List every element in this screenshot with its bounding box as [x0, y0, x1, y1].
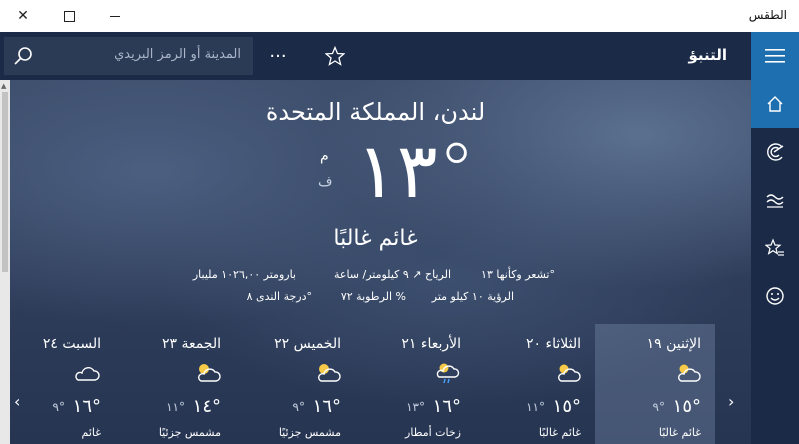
minimize-button[interactable] [92, 0, 138, 32]
day-condition: زخات أمطار [405, 426, 461, 439]
top-bar: المدينة أو الرمز البريدي ··· التنبؤ [0, 32, 799, 80]
forecast-day-2[interactable]: الثلاثاء ٢٠ ١٥° ١١° غائم غالبًا [475, 324, 595, 444]
high-temp: ١٦° [72, 396, 101, 417]
title-bar: ✕ الطقس [0, 0, 799, 32]
maximize-button[interactable] [46, 0, 92, 32]
search-input[interactable]: المدينة أو الرمز البريدي [114, 47, 241, 62]
partly-cloudy-icon [558, 364, 581, 382]
current-temperature: ١٣° [356, 126, 476, 215]
forecast-day-6[interactable]: السبت ٢٤ ١٦° ٩° غائم [0, 324, 115, 444]
chevron-left-icon[interactable]: ‹ [14, 392, 20, 411]
wind: الرياح ↗ ٩ كيلومتر/ ساعة [333, 268, 451, 281]
day-name: الخميس ٢٢ [274, 336, 341, 352]
high-temp: ١٥° [672, 396, 701, 417]
forecast-day-1[interactable]: الإثنين ١٩ ١٥° ٩° غائم غالبًا [595, 324, 715, 444]
day-condition: مشمس جزئيًا [158, 426, 221, 439]
day-name: الإثنين ١٩ [646, 336, 701, 352]
city-name: لندن، المملكة المتحدة [265, 98, 486, 126]
favorite-star-icon[interactable] [319, 40, 351, 72]
home-icon [767, 96, 783, 112]
high-temp: ١٦° [432, 396, 461, 417]
feels-like: تشعر وكأنها ١٣° [481, 268, 555, 281]
day-condition: غائم غالبًا [538, 426, 581, 439]
low-temp: ١٣° [406, 400, 425, 414]
high-temp: ١٥° [552, 396, 581, 417]
smiley-icon [766, 287, 784, 305]
chart-icon [766, 194, 784, 208]
partly-cloudy-icon [678, 364, 701, 382]
unit-fahrenheit-toggle[interactable]: ف [318, 174, 333, 190]
unit-celsius-toggle[interactable]: م [320, 148, 329, 164]
scroll-up-icon[interactable]: ▲ [1, 82, 6, 90]
forecast-day-5[interactable]: الجمعة ٢٣ ١٤° ١١° مشمس جزئيًا [115, 324, 235, 444]
nav-maps[interactable] [751, 128, 799, 176]
forecast-day-3[interactable]: الأربعاء ٢١ ١٦° ١٣° زخات أمطار [355, 324, 475, 444]
cloudy-icon [75, 367, 100, 381]
current-condition: غائم غالبًا [333, 226, 418, 251]
nav-forecast[interactable] [751, 80, 799, 128]
window-title: الطقس [748, 8, 787, 22]
hamburger-menu-icon[interactable] [751, 32, 799, 80]
forecast-panel: ▲ لندن، المملكة المتحدة ١٣° م ف غائم غال… [0, 80, 751, 444]
nav-rail [751, 80, 799, 444]
high-temp: ١٤° [192, 396, 221, 417]
nav-favorites[interactable] [751, 224, 799, 272]
day-condition: غائم غالبًا [658, 426, 701, 439]
day-condition: غائم [81, 426, 102, 439]
low-temp: ١١° [526, 400, 545, 414]
nav-feedback[interactable] [751, 272, 799, 320]
favorites-list-icon [765, 238, 784, 256]
low-temp: ٩° [652, 400, 665, 414]
day-name: السبت ٢٤ [42, 336, 101, 352]
day-name: الأربعاء ٢١ [401, 336, 461, 352]
visibility: الرؤية ١٠ كيلو متر [431, 290, 514, 303]
barometer: بارومتر ١٠٢٦,٠٠ مليبار [192, 268, 296, 281]
humidity: الرطوبة ٧٢ % [340, 290, 406, 303]
page-title: التنبؤ [688, 46, 727, 64]
search-icon[interactable] [12, 45, 34, 67]
forecast-day-4[interactable]: الخميس ٢٢ ١٦° ٩° مشمس جزئيًا [235, 324, 355, 444]
rain-showers-icon [436, 363, 460, 384]
day-name: الجمعة ٢٣ [161, 336, 221, 352]
high-temp: ١٦° [312, 396, 341, 417]
partly-sunny-icon [198, 364, 221, 382]
nav-historical[interactable] [751, 176, 799, 224]
dew-point: درجة الندى ٨° [246, 290, 312, 303]
close-button[interactable]: ✕ [0, 0, 46, 32]
search-box[interactable]: المدينة أو الرمز البريدي [4, 37, 253, 75]
radar-icon [767, 143, 784, 161]
low-temp: ٩° [52, 400, 65, 414]
partly-sunny-icon [318, 364, 341, 382]
chevron-right-icon[interactable]: › [728, 392, 734, 411]
low-temp: ٩° [292, 400, 305, 414]
day-name: الثلاثاء ٢٠ [526, 336, 581, 352]
day-condition: مشمس جزئيًا [278, 426, 341, 439]
low-temp: ١١° [166, 400, 185, 414]
more-options-icon[interactable]: ··· [262, 40, 294, 72]
